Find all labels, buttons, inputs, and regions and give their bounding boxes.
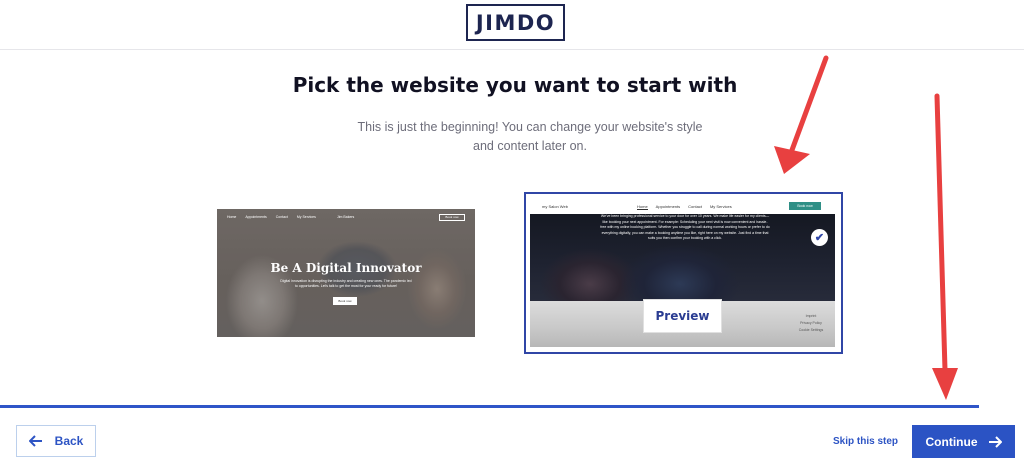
- template-nav: Home Appointments Contact My Services: [227, 215, 316, 219]
- template-nav-item: Contact: [688, 204, 702, 209]
- template-footer-link: Imprint: [805, 314, 817, 318]
- template-nav-item: My Services: [296, 215, 316, 219]
- continue-label: Continue: [925, 434, 978, 449]
- back-button[interactable]: Back: [16, 425, 96, 457]
- template-cta-button: Book now: [333, 297, 357, 305]
- template-book-button: Book now: [789, 202, 821, 210]
- template-topbar: my Salon Web Home Appointments Contact M…: [530, 198, 837, 214]
- template-footer-links: Imprint Privacy Policy Cookie Settings: [786, 313, 836, 334]
- jimdo-logo[interactable]: JIMDO: [466, 4, 565, 41]
- template-nav-item: Home: [637, 204, 648, 210]
- template-nav-item: Appointments: [655, 204, 681, 209]
- template-nav-item: My Services: [709, 204, 732, 209]
- template-nav-item: Home: [227, 215, 237, 219]
- subtitle-line-2: and content later on.: [473, 139, 587, 153]
- selected-check-icon: ✔: [811, 229, 828, 246]
- annotation-arrow-icon: [774, 55, 829, 174]
- template-nav-item: Contact: [275, 215, 288, 219]
- skip-step-link[interactable]: Skip this step: [833, 436, 898, 447]
- template-footer-link: Cookie Settings: [798, 328, 824, 332]
- template-nav: Home Appointments Contact My Services: [637, 204, 732, 210]
- page-subtitle: This is just the beginning! You can chan…: [332, 118, 728, 156]
- template-card-selected[interactable]: my Salon Web Home Appointments Contact M…: [524, 192, 843, 354]
- arrow-left-icon: [28, 435, 42, 447]
- template-hero-title: Be A Digital Innovator: [270, 261, 422, 275]
- progress-bar: [0, 405, 979, 408]
- template-site-name: my Salon Web: [542, 204, 568, 209]
- arrow-right-icon: [988, 435, 1002, 448]
- page-title: Pick the website you want to start with: [292, 73, 738, 97]
- template-top-button: Book now: [439, 214, 465, 221]
- template-paragraph: We've been bringing professional service…: [600, 214, 770, 240]
- template-footer-link: Privacy Policy: [800, 321, 822, 325]
- template-brand: Jim Bakers: [337, 215, 355, 219]
- annotation-arrow-icon: [932, 93, 958, 400]
- header: JIMDO: [0, 0, 1024, 50]
- preview-button[interactable]: Preview: [643, 299, 722, 333]
- subtitle-line-1: This is just the beginning! You can chan…: [357, 120, 703, 134]
- template-lead-text: Digital innovation is disrupting the ind…: [280, 279, 412, 288]
- template-nav-item: Appointments: [245, 215, 267, 219]
- template-card-digital-innovator[interactable]: Home Appointments Contact My Services Ji…: [217, 209, 475, 337]
- continue-button[interactable]: Continue: [912, 425, 1015, 458]
- template-hero-image: We've been bringing professional service…: [530, 214, 835, 301]
- back-label: Back: [54, 434, 84, 448]
